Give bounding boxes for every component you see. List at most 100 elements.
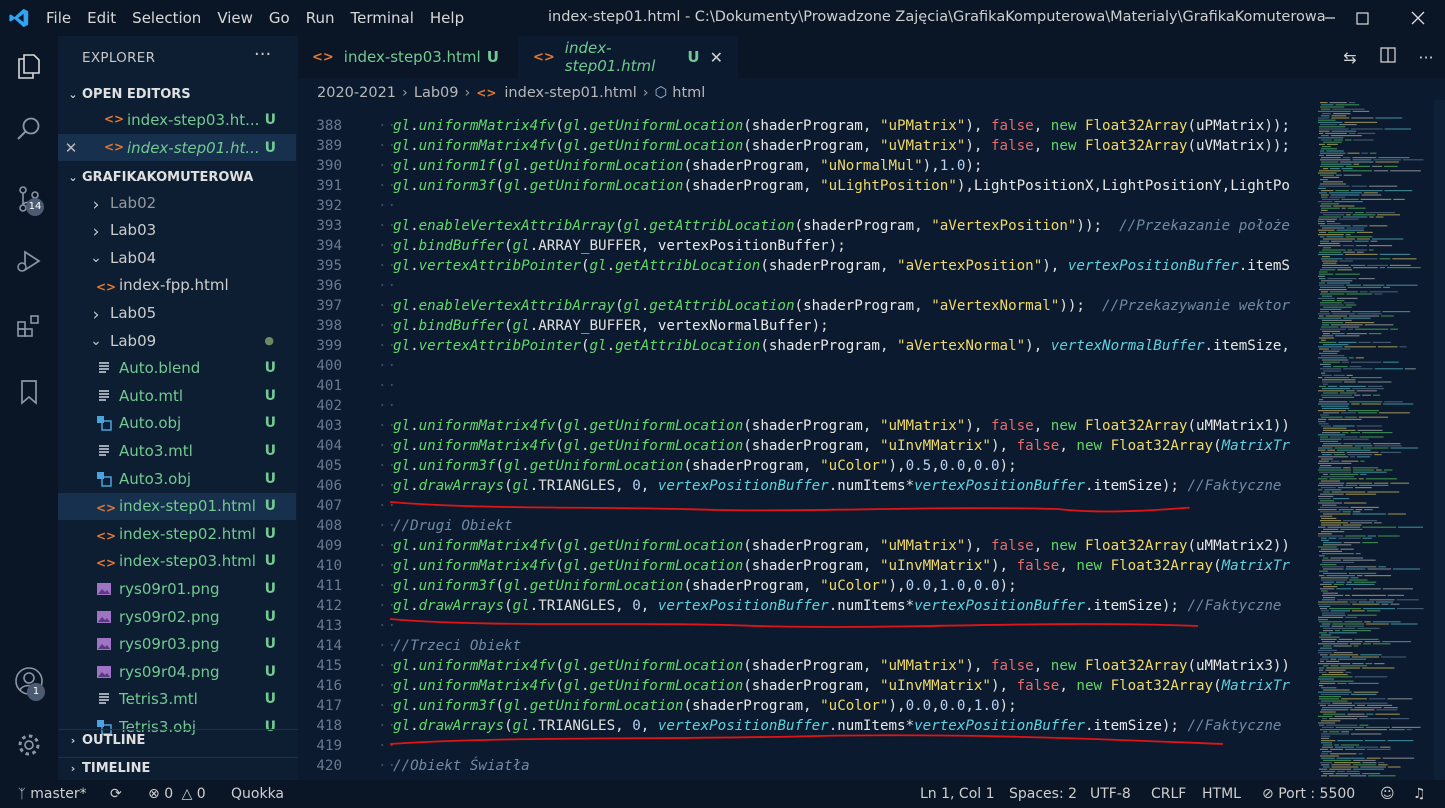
run-debug-icon[interactable]: [0, 233, 58, 289]
file-item[interactable]: Auto3.obj U: [58, 465, 296, 492]
folder-item[interactable]: › Lab02: [58, 189, 296, 216]
file-item[interactable]: rys09r02.png U: [58, 603, 296, 630]
code-line: 396 ··: [298, 276, 1310, 296]
line-number: 416: [316, 678, 342, 694]
file-item[interactable]: <> index-step02.html U: [58, 520, 296, 547]
file-item[interactable]: Tetris3.mtl U: [58, 686, 296, 713]
menu-item-edit[interactable]: Edit: [79, 0, 124, 36]
file-name: Auto3.obj: [119, 469, 192, 488]
menu-item-file[interactable]: File: [38, 0, 79, 36]
folder-item[interactable]: › Lab03: [58, 217, 296, 244]
quokka-status[interactable]: Quokka: [231, 780, 284, 808]
git-status-badge: U: [264, 360, 276, 377]
problems-status[interactable]: ⊗ 0 △ 0: [148, 780, 206, 808]
more-actions-icon[interactable]: ···: [1407, 48, 1445, 67]
menu-item-terminal[interactable]: Terminal: [343, 0, 422, 36]
indent-guide: ··: [378, 578, 398, 594]
open-editor-item[interactable]: <> index-step03.ht... U: [58, 106, 296, 133]
file-item[interactable]: Auto.mtl U: [58, 382, 296, 409]
extensions-icon[interactable]: [0, 298, 58, 354]
breadcrumb-item[interactable]: index-step01.html: [504, 85, 636, 101]
compare-changes-icon[interactable]: ⇆: [1331, 48, 1369, 67]
file-item[interactable]: Auto3.mtl U: [58, 437, 296, 464]
search-icon[interactable]: [0, 101, 58, 157]
bookmarks-icon[interactable]: [0, 364, 58, 420]
breadcrumb-item[interactable]: 2020-2021: [317, 85, 396, 101]
warning-icon: △: [181, 786, 193, 802]
folder-item[interactable]: › Lab05: [58, 299, 296, 326]
menu-item-go[interactable]: Go: [261, 0, 298, 36]
explorer-icon[interactable]: [0, 38, 58, 94]
outline-section[interactable]: › OUTLINE: [58, 729, 298, 751]
encoding-status[interactable]: UTF-8: [1090, 780, 1131, 808]
open-editor-item[interactable]: ✕ <> index-step01.ht... U: [58, 134, 296, 161]
code-editor[interactable]: 388 ·· gl.uniformMatrix4fv(gl.getUniformLo…: [298, 116, 1310, 780]
breadcrumb: 2020-2021 › Lab09 › <> index-step01.html › ⬡ htm…: [317, 78, 705, 108]
editor-toolbar: ⇆ ···: [1331, 36, 1445, 78]
file-name: rys09r04.png: [119, 662, 220, 681]
title-bar: File Edit Selection View Go Run Terminal Help i…: [0, 0, 1445, 36]
file-item[interactable]: Auto.obj U: [58, 410, 296, 437]
eol-status[interactable]: CRLF: [1151, 780, 1186, 808]
breadcrumb-item[interactable]: Lab09: [414, 85, 459, 101]
close-tab-icon[interactable]: ✕: [710, 48, 723, 67]
code-line: 408 ··//Drugi Obiekt: [298, 516, 1310, 536]
accounts-icon[interactable]: [0, 653, 58, 709]
menu-item-run[interactable]: Run: [298, 0, 343, 36]
code-text: gl.uniformMatrix4fv(gl.getUniformLocatio…: [393, 678, 1290, 694]
branch-status[interactable]: ᛉ master*: [18, 780, 87, 808]
indent-guide: ··: [378, 518, 398, 534]
file-name: Lab04: [110, 248, 157, 267]
open-editors-section[interactable]: ⌄ OPEN EDITORS: [58, 83, 298, 105]
file-item[interactable]: <> index-fpp.html: [58, 272, 296, 299]
vertical-scrollbar[interactable]: [1434, 100, 1445, 780]
close-editor-icon[interactable]: ✕: [58, 139, 84, 157]
chevron-right-icon: ›: [92, 222, 100, 243]
code-line: 410 ·· gl.uniformMatrix4fv(gl.getUniformLo…: [298, 556, 1310, 576]
line-number: 397: [316, 298, 342, 314]
editor-tabs: <> index-step03.html U <> index-step01.html U…: [298, 36, 1445, 78]
file-item[interactable]: rys09r01.png U: [58, 575, 296, 602]
workspace-section[interactable]: ⌄ GRAFIKAKOMUTEROWA: [58, 166, 298, 188]
menu-item-selection[interactable]: Selection: [124, 0, 209, 36]
file-item[interactable]: Auto.blend U: [58, 355, 296, 382]
file-item[interactable]: rys09r03.png U: [58, 631, 296, 658]
menu-item-help[interactable]: Help: [422, 0, 472, 36]
settings-gear-icon[interactable]: [0, 717, 58, 773]
live-server-status[interactable]: ⊘ Port : 5500: [1262, 780, 1355, 808]
explorer-sidebar: EXPLORER ··· ⌄ OPEN EDITORS <> index-step0…: [58, 36, 298, 780]
breadcrumb-separator: ›: [464, 85, 471, 101]
indent-guide: ··: [378, 238, 398, 254]
split-editor-icon[interactable]: [1369, 47, 1407, 67]
breadcrumb-item[interactable]: html: [672, 85, 705, 101]
line-number: 399: [316, 338, 342, 354]
editor-tab[interactable]: <> index-step01.html U ✕: [519, 36, 738, 78]
indent-guide: ··: [378, 618, 398, 634]
maximize-button[interactable]: [1339, 0, 1385, 36]
file-item[interactable]: rys09r04.png U: [58, 658, 296, 685]
more-actions-icon[interactable]: ···: [254, 44, 271, 65]
notifications-bell-icon[interactable]: ♫: [1413, 780, 1426, 808]
menu-item-view[interactable]: View: [209, 0, 261, 36]
code-line: 416 ·· gl.uniformMatrix4fv(gl.getUniformLo…: [298, 676, 1310, 696]
git-status-badge: U: [264, 691, 276, 708]
chevron-right-icon: ›: [92, 304, 100, 325]
html-file-icon: <>: [533, 49, 555, 65]
file-item[interactable]: <> index-step03.html U: [58, 548, 296, 575]
code-text: gl.uniformMatrix4fv(gl.getUniformLocatio…: [393, 438, 1290, 454]
sync-icon[interactable]: ⟳: [110, 780, 122, 808]
indentation-status[interactable]: Spaces: 2: [1009, 780, 1077, 808]
code-line: 388 ·· gl.uniformMatrix4fv(gl.getUniformLo…: [298, 116, 1310, 136]
cursor-position[interactable]: Ln 1, Col 1: [920, 780, 995, 808]
close-window-button[interactable]: [1395, 0, 1441, 36]
folder-item[interactable]: ⌄ Lab09 ●: [58, 327, 296, 354]
feedback-icon[interactable]: ☺: [1380, 780, 1395, 808]
editor-tab[interactable]: <> index-step03.html U: [298, 36, 519, 78]
file-item[interactable]: <> index-step01.html U: [58, 492, 296, 520]
indent-guide: ··: [378, 558, 398, 574]
language-mode[interactable]: HTML: [1202, 780, 1241, 808]
timeline-section[interactable]: › TIMELINE: [58, 757, 298, 779]
indent-guide: ··: [378, 738, 398, 754]
minimap[interactable]: [1316, 100, 1426, 780]
folder-item[interactable]: ⌄ Lab04: [58, 244, 296, 271]
